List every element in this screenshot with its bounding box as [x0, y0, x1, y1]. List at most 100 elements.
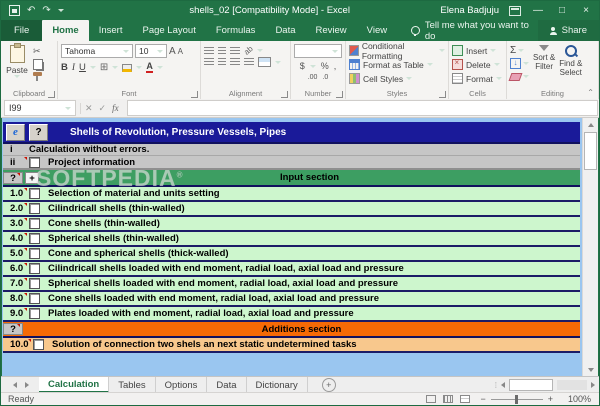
- checkbox[interactable]: [29, 248, 40, 259]
- new-sheet-button[interactable]: +: [321, 378, 336, 392]
- tab-review[interactable]: Review: [306, 20, 357, 41]
- tab-view[interactable]: View: [357, 20, 397, 41]
- section-help-button[interactable]: ?: [3, 171, 23, 184]
- sheet-tab-data[interactable]: Data: [207, 377, 247, 393]
- view-normal-icon[interactable]: [426, 395, 437, 403]
- fill-icon[interactable]: ↓: [510, 58, 521, 69]
- vertical-scrollbar[interactable]: [582, 118, 598, 376]
- zoom-out-icon[interactable]: −: [480, 394, 485, 404]
- scroll-down-button[interactable]: [583, 363, 598, 376]
- redo-icon[interactable]: ↷: [42, 5, 50, 16]
- decrease-decimal-icon[interactable]: .0: [322, 74, 328, 81]
- increase-decimal-icon[interactable]: .00: [308, 74, 318, 81]
- align-left-icon[interactable]: [204, 58, 214, 66]
- font-name-select[interactable]: Tahoma: [61, 44, 133, 58]
- name-box[interactable]: I99: [4, 100, 76, 116]
- tab-file[interactable]: File: [1, 20, 43, 41]
- autosum-icon[interactable]: Σ: [510, 45, 516, 56]
- scroll-left-icon[interactable]: [501, 382, 505, 388]
- splitter-handle[interactable]: ⁞: [495, 381, 497, 390]
- undo-icon[interactable]: ↶: [27, 5, 35, 16]
- underline-dropdown-icon[interactable]: [89, 66, 96, 69]
- help-button[interactable]: ?: [29, 123, 48, 141]
- align-bottom-icon[interactable]: [230, 46, 240, 55]
- enter-icon[interactable]: ✓: [99, 103, 107, 114]
- styles-dialog-launcher-icon[interactable]: [439, 91, 446, 98]
- insert-function-icon[interactable]: fx: [112, 103, 119, 113]
- find-select-button[interactable]: Find & Select: [559, 44, 582, 87]
- grow-font-icon[interactable]: A: [169, 46, 176, 57]
- vertical-scroll-thumb[interactable]: [584, 132, 597, 170]
- ribbon-display-options-icon[interactable]: [509, 5, 521, 16]
- tab-insert[interactable]: Insert: [89, 20, 133, 41]
- checkbox[interactable]: [29, 203, 40, 214]
- scroll-up-button[interactable]: [583, 118, 598, 131]
- borders-icon[interactable]: ⊞: [100, 62, 108, 73]
- currency-icon[interactable]: $: [300, 61, 305, 71]
- shrink-font-icon[interactable]: A: [178, 46, 183, 57]
- scroll-right-icon[interactable]: [591, 382, 595, 388]
- sort-filter-button[interactable]: Sort & Filter: [533, 44, 555, 87]
- insert-cells-button[interactable]: Insert: [452, 44, 503, 57]
- copy-icon[interactable]: [33, 59, 43, 70]
- collapse-ribbon-icon[interactable]: ⌃: [587, 88, 594, 97]
- format-as-table-button[interactable]: Format as Table: [349, 58, 445, 71]
- share-button[interactable]: Share: [537, 20, 599, 41]
- bold-button[interactable]: B: [61, 62, 68, 73]
- zoom-slider[interactable]: [490, 394, 543, 404]
- tab-page-layout[interactable]: Page Layout: [132, 20, 205, 41]
- zoom-slider-thumb[interactable]: [514, 394, 518, 404]
- checkbox[interactable]: [29, 278, 40, 289]
- cell-styles-button[interactable]: Cell Styles: [349, 72, 445, 85]
- tab-home[interactable]: Home: [42, 20, 89, 41]
- cut-icon[interactable]: ✂: [33, 46, 43, 57]
- orientation-icon[interactable]: ab: [242, 44, 255, 57]
- view-page-break-icon[interactable]: [460, 395, 471, 403]
- font-size-select[interactable]: 10: [135, 44, 167, 58]
- number-dialog-launcher-icon[interactable]: [336, 91, 343, 98]
- checkbox[interactable]: [29, 308, 40, 319]
- paste-button[interactable]: Paste: [4, 43, 30, 87]
- percent-icon[interactable]: %: [321, 61, 329, 71]
- alignment-dialog-launcher-icon[interactable]: [281, 91, 288, 98]
- qat-customize-icon[interactable]: [57, 9, 64, 12]
- align-center-icon[interactable]: [218, 58, 226, 66]
- close-icon[interactable]: ×: [579, 5, 593, 16]
- comma-icon[interactable]: ,: [334, 61, 337, 71]
- web-link-button[interactable]: e: [6, 123, 25, 141]
- conditional-formatting-button[interactable]: Conditional Formatting: [349, 41, 445, 61]
- align-middle-icon[interactable]: [218, 46, 226, 55]
- format-cells-button[interactable]: Format: [452, 72, 503, 85]
- font-color-dropdown-icon[interactable]: [156, 66, 163, 69]
- fill-color-dropdown-icon[interactable]: [136, 66, 143, 69]
- merge-center-icon[interactable]: [258, 57, 271, 67]
- zoom-in-icon[interactable]: +: [548, 394, 553, 404]
- font-dialog-launcher-icon[interactable]: [191, 91, 198, 98]
- checkbox[interactable]: [29, 233, 40, 244]
- section-help-button[interactable]: ?: [3, 323, 23, 335]
- horizontal-scrollbar[interactable]: ⁞: [495, 377, 599, 393]
- merge-dropdown-icon[interactable]: [275, 60, 281, 64]
- user-name[interactable]: Elena Badjuju: [440, 5, 499, 16]
- underline-button[interactable]: U: [79, 62, 86, 73]
- font-color-icon[interactable]: A: [146, 62, 153, 73]
- currency-dropdown-icon[interactable]: [309, 64, 316, 68]
- next-sheet-icon[interactable]: [25, 382, 29, 388]
- tab-data[interactable]: Data: [265, 20, 305, 41]
- number-format-select[interactable]: [294, 44, 342, 58]
- format-painter-icon[interactable]: [33, 72, 42, 81]
- paste-dropdown-icon[interactable]: [14, 75, 20, 78]
- tell-me-box[interactable]: Tell me what you want to do: [411, 20, 538, 42]
- sheet-tab-dictionary[interactable]: Dictionary: [247, 377, 308, 393]
- minimize-icon[interactable]: —: [531, 5, 545, 16]
- orientation-dropdown-icon[interactable]: [256, 49, 263, 52]
- decrease-indent-icon[interactable]: [244, 58, 254, 66]
- prev-sheet-icon[interactable]: [13, 382, 17, 388]
- checkbox[interactable]: [33, 339, 44, 350]
- align-right-icon[interactable]: [230, 58, 240, 66]
- delete-cells-button[interactable]: Delete: [452, 58, 503, 71]
- cancel-icon[interactable]: ✕: [85, 103, 93, 114]
- horizontal-scroll-thumb[interactable]: [509, 379, 553, 391]
- align-top-icon[interactable]: [204, 46, 214, 55]
- fill-color-icon[interactable]: [122, 63, 133, 72]
